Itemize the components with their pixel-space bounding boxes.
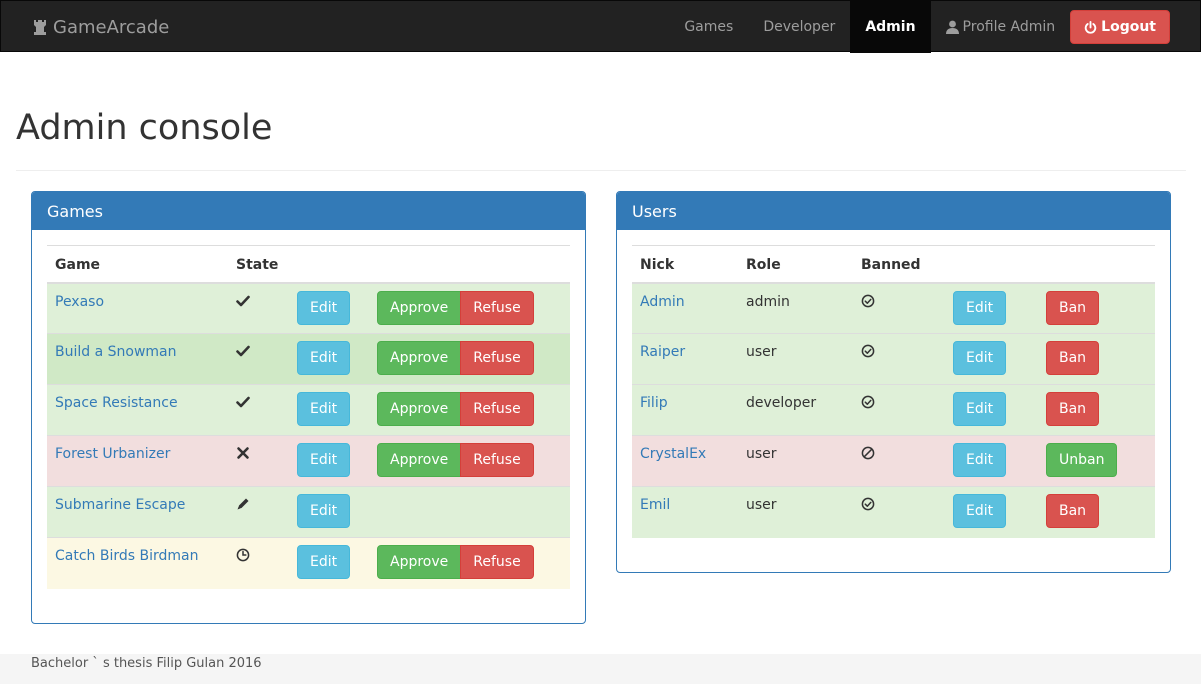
- user-role: user: [746, 344, 777, 360]
- page-title: Admin console: [16, 108, 273, 148]
- unban-button[interactable]: Unban: [1046, 443, 1118, 477]
- table-row: Forest Urbanizer Edit Approve Refuse: [47, 435, 570, 487]
- rook-icon: [34, 20, 46, 35]
- game-name-link[interactable]: Build a Snowman: [55, 344, 177, 360]
- approve-refuse-group: Approve Refuse: [377, 443, 534, 477]
- table-row: Admin admin Edit Ban: [632, 282, 1155, 334]
- game-name-link[interactable]: Submarine Escape: [55, 497, 185, 513]
- user-nick-link[interactable]: CrystalEx: [640, 446, 706, 462]
- games-panel: Games Game State Pexaso Edit Approve Refuse…: [31, 191, 586, 624]
- user-nick-link[interactable]: Raiper: [640, 344, 685, 360]
- refuse-button[interactable]: Refuse: [460, 290, 534, 325]
- user-nick-link[interactable]: Admin: [640, 294, 685, 310]
- ok-circle-icon: [861, 395, 875, 409]
- user-role: developer: [746, 395, 817, 411]
- clock-icon: [236, 548, 250, 562]
- approve-refuse-group: Approve Refuse: [377, 341, 534, 375]
- cross-icon: [236, 446, 250, 460]
- edit-user-button[interactable]: Edit: [953, 341, 1007, 375]
- users-panel-title: Users: [617, 192, 1170, 230]
- edit-user-button[interactable]: Edit: [953, 392, 1007, 426]
- edit-game-button[interactable]: Edit: [297, 341, 351, 375]
- table-row: Emil user Edit Ban: [632, 486, 1155, 538]
- column-header-banned: Banned: [853, 245, 945, 284]
- table-row: Raiper user Edit Ban: [632, 333, 1155, 385]
- column-header-state: State: [228, 245, 289, 284]
- approve-refuse-group: Approve Refuse: [377, 392, 534, 426]
- column-header-nick: Nick: [632, 245, 738, 284]
- game-name-link[interactable]: Forest Urbanizer: [55, 446, 170, 462]
- nav-profile-label: Profile Admin: [962, 19, 1056, 35]
- ban-button[interactable]: Ban: [1046, 341, 1100, 375]
- logout-label: Logout: [1101, 19, 1156, 35]
- refuse-button[interactable]: Refuse: [460, 545, 534, 579]
- refuse-button[interactable]: Refuse: [460, 392, 534, 426]
- logout-button[interactable]: Logout: [1070, 10, 1170, 44]
- games-panel-title: Games: [32, 192, 585, 230]
- approve-refuse-group: Approve Refuse: [377, 545, 534, 579]
- table-row: Catch Birds Birdman Edit Approve Refuse: [47, 537, 570, 589]
- game-name-link[interactable]: Space Resistance: [55, 395, 178, 411]
- users-table: Nick Role Banned Admin admin Edit Ban Raiper…: [632, 245, 1155, 538]
- ok-circle-icon: [861, 294, 875, 308]
- edit-game-button[interactable]: Edit: [297, 545, 351, 579]
- approve-button[interactable]: Approve: [377, 545, 462, 579]
- nav-profile[interactable]: Profile Admin: [931, 1, 1071, 53]
- check-icon: [236, 344, 250, 358]
- edit-game-button[interactable]: Edit: [297, 392, 351, 426]
- game-name-link[interactable]: Pexaso: [55, 294, 104, 310]
- ban-button[interactable]: Ban: [1046, 392, 1100, 426]
- pencil-icon: [236, 497, 250, 511]
- user-nick-link[interactable]: Filip: [640, 395, 668, 411]
- edit-game-button[interactable]: Edit: [297, 443, 351, 477]
- game-name-link[interactable]: Catch Birds Birdman: [55, 548, 198, 564]
- ok-circle-icon: [861, 344, 875, 358]
- ok-circle-icon: [861, 497, 875, 511]
- footer-text: Bachelor ` s thesis Filip Gulan 2016: [31, 656, 262, 671]
- ban-button[interactable]: Ban: [1046, 494, 1100, 528]
- users-panel: Users Nick Role Banned Admin admin Edit Ban…: [616, 191, 1171, 573]
- approve-button[interactable]: Approve: [377, 290, 462, 325]
- edit-game-button[interactable]: Edit: [297, 290, 351, 325]
- title-divider: [16, 170, 1186, 171]
- user-role: user: [746, 446, 777, 462]
- approve-button[interactable]: Approve: [377, 392, 462, 426]
- ban-button[interactable]: Ban: [1046, 290, 1100, 325]
- approve-button[interactable]: Approve: [377, 341, 462, 375]
- column-header-game: Game: [47, 245, 228, 284]
- footer: Bachelor ` s thesis Filip Gulan 2016: [0, 654, 1201, 684]
- approve-button[interactable]: Approve: [377, 443, 462, 477]
- table-row: Pexaso Edit Approve Refuse: [47, 282, 570, 334]
- nav-admin[interactable]: Admin: [850, 1, 931, 53]
- games-table: Game State Pexaso Edit Approve Refuse Build …: [47, 245, 570, 589]
- top-navbar: GameArcade Games Developer Admin Profile…: [0, 0, 1201, 53]
- user-role: admin: [746, 293, 790, 310]
- user-icon: [945, 20, 959, 34]
- refuse-button[interactable]: Refuse: [460, 341, 534, 375]
- edit-user-button[interactable]: Edit: [953, 290, 1007, 325]
- edit-user-button[interactable]: Edit: [953, 494, 1007, 528]
- ban-circle-icon: [861, 446, 875, 460]
- user-nick-link[interactable]: Emil: [640, 497, 670, 513]
- user-role: user: [746, 497, 777, 513]
- edit-game-button[interactable]: Edit: [297, 494, 351, 528]
- brand-name: GameArcade: [53, 16, 170, 38]
- check-icon: [236, 294, 250, 308]
- nav-developer[interactable]: Developer: [748, 1, 850, 53]
- table-row: Filip developer Edit Ban: [632, 384, 1155, 436]
- check-icon: [236, 395, 250, 409]
- edit-user-button[interactable]: Edit: [953, 443, 1007, 477]
- table-row: CrystalEx user Edit Unban: [632, 435, 1155, 487]
- brand-link[interactable]: GameArcade: [31, 1, 169, 53]
- power-icon: [1084, 20, 1097, 34]
- table-row: Space Resistance Edit Approve Refuse: [47, 384, 570, 436]
- nav-games[interactable]: Games: [669, 1, 748, 53]
- table-row: Submarine Escape Edit: [47, 486, 570, 538]
- table-row: Build a Snowman Edit Approve Refuse: [47, 333, 570, 385]
- column-header-role: Role: [738, 245, 853, 284]
- approve-refuse-group: Approve Refuse: [377, 290, 534, 325]
- refuse-button[interactable]: Refuse: [460, 443, 534, 477]
